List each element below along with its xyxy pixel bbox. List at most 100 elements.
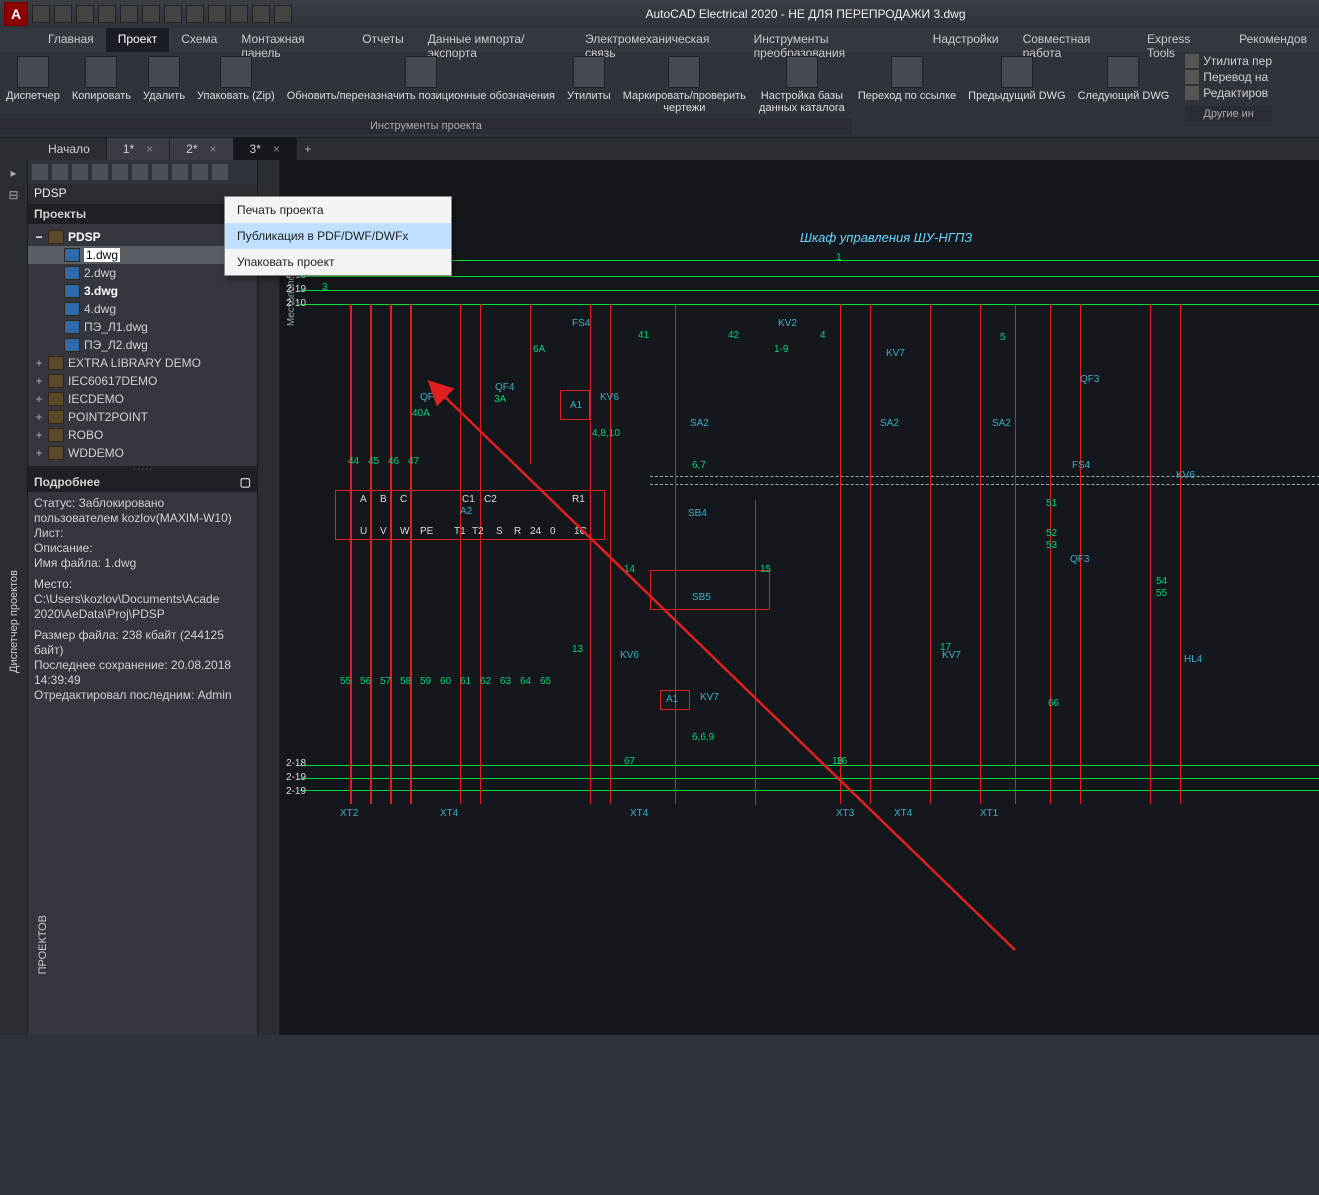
catalog-button[interactable]: Настройка базы данных каталога xyxy=(752,52,852,118)
project-manager: PDSP Проекты▢ −PDSP 1.dwg 2.dwg 3.dwg 4.… xyxy=(28,160,258,1035)
pt-refresh-icon[interactable] xyxy=(92,164,108,180)
comp-label: HL4 xyxy=(1184,654,1202,665)
close-icon[interactable]: × xyxy=(273,142,280,156)
delete-button[interactable]: Удалить xyxy=(137,52,191,106)
tree-file-3[interactable]: 3.dwg xyxy=(28,282,257,300)
tree-file-6[interactable]: ПЭ_Л2.dwg xyxy=(28,336,257,354)
pt-move-icon[interactable] xyxy=(152,164,168,180)
tree-proj-robo[interactable]: +ROBO xyxy=(28,426,257,444)
tab-express[interactable]: Express Tools xyxy=(1135,28,1227,52)
pt-publish-icon[interactable] xyxy=(192,164,208,180)
ref-num: 6,7 xyxy=(692,460,706,471)
wire-num: 56 xyxy=(360,676,371,687)
tab-import[interactable]: Данные импорта/экспорта xyxy=(416,28,573,52)
comp-label: A1 xyxy=(570,400,582,411)
utilities-icon xyxy=(573,56,605,88)
comp-label: A1 xyxy=(666,694,678,705)
close-icon[interactable]: × xyxy=(210,142,217,156)
xref-port: 2-19 xyxy=(286,284,306,295)
tab-recommend[interactable]: Рекомендов xyxy=(1227,28,1319,52)
wire-num: 60 xyxy=(440,676,451,687)
qat-open-icon[interactable] xyxy=(54,5,72,23)
tree-proj-extra[interactable]: +EXTRA LIBRARY DEMO xyxy=(28,354,257,372)
zip-button[interactable]: Упаковать (Zip) xyxy=(191,52,281,106)
tab-home[interactable]: Главная xyxy=(36,28,106,52)
qat-saveas-icon[interactable] xyxy=(98,5,116,23)
tree-file-2[interactable]: 2.dwg xyxy=(28,264,257,282)
wire-num: 44 xyxy=(348,456,359,467)
pt-up-icon[interactable] xyxy=(72,164,88,180)
qat-arrow-icon[interactable] xyxy=(252,5,270,23)
qat-print-icon[interactable] xyxy=(208,5,226,23)
tab-addins[interactable]: Надстройки xyxy=(921,28,1011,52)
tab-project[interactable]: Проект xyxy=(106,28,170,52)
dispatcher-button[interactable]: Диспетчер xyxy=(0,52,66,106)
pt-print-icon[interactable] xyxy=(172,164,188,180)
comp-label: KV7 xyxy=(700,692,719,703)
qat-undo-icon[interactable] xyxy=(164,5,182,23)
tree-file-5[interactable]: ПЭ_Л1.dwg xyxy=(28,318,257,336)
retag-button[interactable]: Обновить/переназначить позиционные обозн… xyxy=(281,52,561,106)
tab-panel[interactable]: Монтажная панель xyxy=(229,28,350,52)
dwg-tab-3[interactable]: 3*× xyxy=(234,138,297,160)
tab-emlink[interactable]: Электромеханическая связь xyxy=(573,28,742,52)
tree-proj-iecdemo[interactable]: +IECDEMO xyxy=(28,390,257,408)
menu-print-project[interactable]: Печать проекта xyxy=(225,197,451,223)
qat-share-icon[interactable] xyxy=(120,5,138,23)
schematic-title: Шкаф управления ШУ-НГПЗ xyxy=(800,230,972,245)
copy-icon xyxy=(85,56,117,88)
tree-root[interactable]: −PDSP xyxy=(28,228,257,246)
translate-button[interactable]: Перевод на xyxy=(1185,70,1272,84)
pt-sheet-icon[interactable] xyxy=(132,164,148,180)
qat-redo-icon[interactable] xyxy=(186,5,204,23)
qat-layer-icon[interactable] xyxy=(230,5,248,23)
panel-label-project-tools: Инструменты проекта xyxy=(0,118,852,134)
tree-proj-p2p[interactable]: +POINT2POINT xyxy=(28,408,257,426)
pt-new-icon[interactable] xyxy=(32,164,48,180)
qat-save-icon[interactable] xyxy=(76,5,94,23)
pt-open-icon[interactable] xyxy=(52,164,68,180)
menu-publish-pdf[interactable]: Публикация в PDF/DWF/DWFx xyxy=(225,223,451,249)
tree-proj-iec60617[interactable]: +IEC60617DEMO xyxy=(28,372,257,390)
dwg-tab-2[interactable]: 2*× xyxy=(170,138,233,160)
close-icon[interactable]: × xyxy=(146,142,153,156)
canvas-rail xyxy=(258,160,280,1035)
tree-proj-wddemo[interactable]: +WDDEMO xyxy=(28,444,257,462)
xref-port: 2-19 xyxy=(286,786,306,797)
pt-help-icon[interactable] xyxy=(212,164,228,180)
copy-button[interactable]: Копировать xyxy=(66,52,137,106)
qat-plot-icon[interactable] xyxy=(142,5,160,23)
rail-close-icon[interactable]: ⊟ xyxy=(8,188,18,202)
wire-num: 18 xyxy=(832,756,843,767)
tree-file-4[interactable]: 4.dwg xyxy=(28,300,257,318)
prev-dwg-button[interactable]: Предыдущий DWG xyxy=(962,52,1071,106)
tree-file-1[interactable]: 1.dwg xyxy=(28,246,257,264)
qat-new-icon[interactable] xyxy=(32,5,50,23)
edit-button[interactable]: Редактиров xyxy=(1185,86,1272,100)
next-dwg-button[interactable]: Следующий DWG xyxy=(1072,52,1176,106)
drawing-tab-bar: Начало 1*× 2*× 3*× + xyxy=(0,138,1319,160)
pt-layer-icon[interactable] xyxy=(112,164,128,180)
add-tab-button[interactable]: + xyxy=(297,138,319,160)
start-tab[interactable]: Начало xyxy=(32,138,107,160)
qat-misc-icon[interactable] xyxy=(274,5,292,23)
tab-schematic[interactable]: Схема xyxy=(169,28,229,52)
tab-reports[interactable]: Отчеты xyxy=(350,28,415,52)
comp-label: QF3 xyxy=(420,392,439,403)
utilities-button[interactable]: Утилиты xyxy=(561,52,617,106)
term-label: A xyxy=(360,494,367,505)
tab-convert[interactable]: Инструменты преобразования xyxy=(742,28,921,52)
menu-pack-project[interactable]: Упаковать проект xyxy=(225,249,451,275)
mark-button[interactable]: Маркировать/проверить чертежи xyxy=(617,52,752,118)
drawing-canvas[interactable]: Местоположение Шкаф управления ШУ-НГПЗ xyxy=(280,160,1319,1035)
collapse-icon[interactable]: ▢ xyxy=(240,475,251,489)
project-toolbar xyxy=(28,160,257,184)
follow-link-button[interactable]: Переход по ссылке xyxy=(852,52,962,106)
rail-pin-icon[interactable]: ▸ xyxy=(10,166,16,180)
term-label: C xyxy=(400,494,407,505)
lang-util-button[interactable]: Утилита пер xyxy=(1185,54,1272,68)
tab-collab[interactable]: Совместная работа xyxy=(1011,28,1135,52)
rail-label: Диспетчер проектов xyxy=(8,570,20,673)
dwg-tab-1[interactable]: 1*× xyxy=(107,138,170,160)
detail-status: Статус: Заблокировано пользователем kozl… xyxy=(34,496,251,526)
